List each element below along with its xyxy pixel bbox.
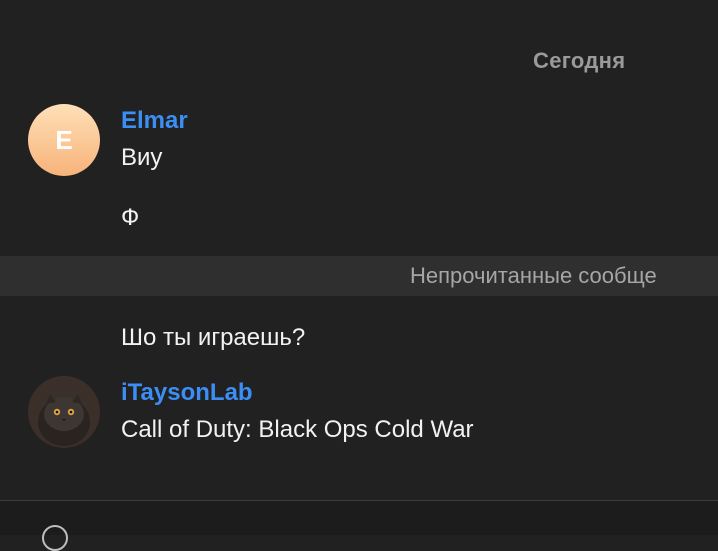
cat-photo-icon	[28, 376, 100, 448]
message-text: Шо ты играешь?	[121, 324, 306, 351]
sender-name-itaysonlab[interactable]: iTaysonLab	[121, 379, 253, 407]
avatar-elmar[interactable]: E	[28, 104, 100, 176]
message-composer	[0, 500, 718, 551]
avatar-itaysonlab[interactable]	[28, 376, 100, 448]
date-separator: Сегодня	[533, 48, 626, 73]
message-text: Ф	[121, 204, 140, 231]
unread-messages-label: Непрочитанные сообще	[410, 263, 657, 288]
emoji-icon[interactable]	[42, 525, 68, 551]
sender-name-elmar[interactable]: Elmar	[121, 107, 188, 135]
message-text: Виу	[121, 144, 163, 171]
avatar-letter: E	[55, 124, 73, 155]
unread-messages-divider: Непрочитанные сообще	[0, 256, 718, 296]
message-text: Call of Duty: Black Ops Cold War	[121, 416, 474, 443]
